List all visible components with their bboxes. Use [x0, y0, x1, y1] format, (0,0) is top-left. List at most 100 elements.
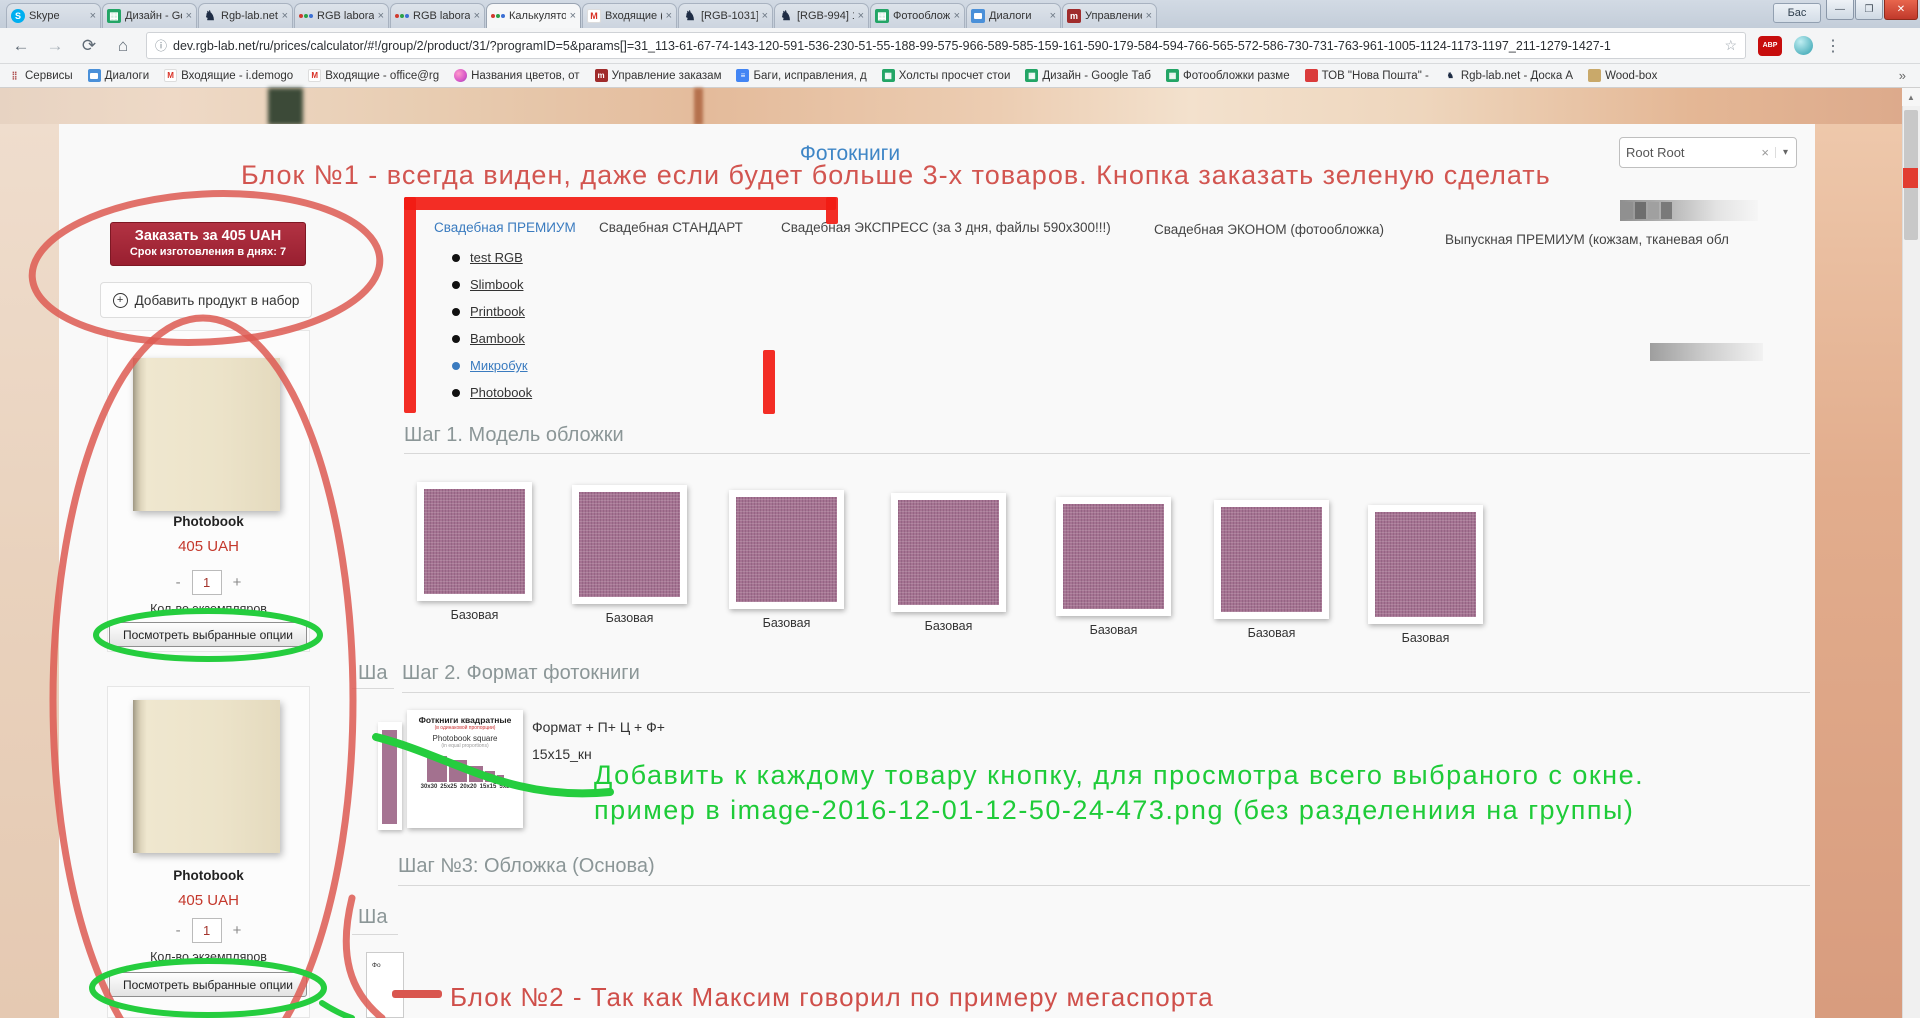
- extension-icon[interactable]: [1794, 36, 1813, 55]
- add-product-button[interactable]: + Добавить продукт в набор: [100, 282, 312, 318]
- tab-close-icon[interactable]: ×: [858, 10, 864, 22]
- cover-swatch[interactable]: Базовая: [417, 482, 532, 622]
- restore-button[interactable]: ❐: [1855, 0, 1883, 20]
- minimize-button[interactable]: —: [1826, 0, 1854, 20]
- product-image[interactable]: [133, 700, 280, 853]
- bookmark-orders[interactable]: mУправление заказам: [595, 69, 722, 82]
- bookmark-canvas[interactable]: ▦Холсты просчет стои: [882, 69, 1011, 82]
- category-tab-premium[interactable]: Свадебная ПРЕМИУМ: [434, 220, 576, 235]
- product-link-microbook[interactable]: Микробук: [452, 358, 528, 373]
- tab-calculator-active[interactable]: Калькулятор –×: [486, 3, 581, 28]
- quantity-input[interactable]: [192, 570, 222, 595]
- tab-rgb-994[interactable]: ♞[RGB-994] 114×: [774, 3, 869, 28]
- redbox-icon: [1305, 69, 1318, 82]
- sheets-icon: ▦: [107, 9, 121, 23]
- product-link-printbook[interactable]: Printbook: [452, 304, 525, 319]
- format-card[interactable]: Фоткниги квадратные (в одинаковой пропор…: [407, 710, 523, 828]
- cover-swatch[interactable]: Базовая: [1368, 505, 1483, 645]
- tab-close-icon[interactable]: ×: [378, 10, 384, 22]
- tab-rgb-1031[interactable]: ♞[RGB-1031] ++×: [678, 3, 773, 28]
- forward-icon[interactable]: →: [44, 36, 66, 56]
- tab-photocovers[interactable]: ▦Фотообложки×: [870, 3, 965, 28]
- product-link-slimbook[interactable]: Slimbook: [452, 277, 523, 292]
- clipped-heading-fragment: Ша: [358, 662, 400, 685]
- page-info-icon[interactable]: ⓘ: [155, 37, 167, 54]
- browser-menu-icon[interactable]: ⋮: [1825, 36, 1841, 56]
- quantity-input[interactable]: [192, 918, 222, 943]
- tab-close-icon[interactable]: ×: [186, 10, 192, 22]
- view-options-button[interactable]: Посмотреть выбранные опции: [109, 972, 307, 997]
- profile-button[interactable]: Бас: [1773, 3, 1821, 23]
- tab-inbox[interactable]: MВходящие (10)×: [582, 3, 677, 28]
- bookmark-rgblab-board[interactable]: ♞Rgb-lab.net - Доска А: [1444, 69, 1573, 82]
- bookmark-star-icon[interactable]: ☆: [1724, 37, 1737, 54]
- bookmark-colors[interactable]: Названия цветов, от: [454, 69, 579, 82]
- product-link-test-rgb[interactable]: test RGB: [452, 250, 523, 265]
- category-tab-graduation[interactable]: Выпускная ПРЕМИУМ (кожзам, тканевая обл: [1445, 232, 1729, 247]
- minus-button[interactable]: -: [176, 922, 181, 939]
- tab-design[interactable]: ▦Дизайн - Goog×: [102, 3, 197, 28]
- order-button[interactable]: Заказать за 405 UAH Срок изготовления в …: [110, 222, 306, 266]
- tab-rgblab[interactable]: ♞Rgb-lab.net - Д×: [198, 3, 293, 28]
- tab-close-icon[interactable]: ×: [954, 10, 960, 22]
- tab-close-icon[interactable]: ×: [1050, 10, 1056, 22]
- tab-close-icon[interactable]: ×: [666, 10, 672, 22]
- bookmark-design[interactable]: ▦Дизайн - Google Таб: [1025, 69, 1151, 82]
- tab-close-icon[interactable]: ×: [474, 10, 480, 22]
- reload-icon[interactable]: ⟳: [78, 36, 100, 56]
- tab-orders[interactable]: mУправление за×: [1062, 3, 1157, 28]
- view-options-button[interactable]: Посмотреть выбранные опции: [109, 622, 307, 647]
- fabric-texture: [424, 489, 525, 594]
- tab-skype[interactable]: SSkype×: [6, 3, 101, 28]
- tab-close-icon[interactable]: ×: [570, 10, 576, 22]
- tab-rgb-laboratory-2[interactable]: RGB laboratory×: [390, 3, 485, 28]
- cover-swatch[interactable]: Базовая: [1056, 497, 1171, 637]
- cover-swatch[interactable]: Базовая: [891, 493, 1006, 633]
- sheets-icon: ▦: [1166, 69, 1179, 82]
- cover-swatch[interactable]: Базовая: [729, 490, 844, 630]
- bookmark-dialogs[interactable]: Диалоги: [88, 69, 149, 82]
- product-image[interactable]: [133, 358, 280, 511]
- minus-button[interactable]: -: [176, 574, 181, 591]
- tab-close-icon[interactable]: ×: [282, 10, 288, 22]
- adblock-icon[interactable]: ABP: [1758, 36, 1782, 56]
- close-button[interactable]: ✕: [1884, 0, 1918, 20]
- plus-button[interactable]: +: [233, 922, 242, 939]
- cover-swatch[interactable]: Базовая: [572, 485, 687, 625]
- home-icon[interactable]: ⌂: [112, 36, 134, 56]
- fabric-texture: [736, 497, 837, 602]
- product-link-photobook[interactable]: Photobook: [452, 385, 532, 400]
- bookmark-novaposhta[interactable]: ТОВ "Нова Пошта" -: [1305, 69, 1429, 82]
- root-select[interactable]: Root Root × ▾: [1619, 137, 1797, 168]
- tab-rgb-laboratory-1[interactable]: RGB laboratory×: [294, 3, 389, 28]
- scrollbar-thumb[interactable]: [1904, 110, 1918, 240]
- bookmark-woodbox[interactable]: Wood-box: [1588, 69, 1657, 82]
- url-text[interactable]: dev.rgb-lab.net/ru/prices/calculator/#!/…: [173, 39, 1718, 53]
- quantity-stepper: - +: [107, 570, 310, 595]
- product-price: 405 UAH: [107, 892, 310, 909]
- bookmark-bugs[interactable]: ≡Баги, исправления, д: [736, 69, 866, 82]
- plus-button[interactable]: +: [233, 574, 242, 591]
- back-icon[interactable]: ←: [10, 36, 32, 56]
- address-bar[interactable]: ⓘ dev.rgb-lab.net/ru/prices/calculator/#…: [146, 32, 1746, 59]
- category-tab-standard[interactable]: Свадебная СТАНДАРТ: [599, 220, 743, 235]
- cover-swatch[interactable]: Базовая: [1214, 500, 1329, 640]
- step1-heading: Шаг 1. Модель обложки: [404, 424, 624, 447]
- category-tab-express[interactable]: Свадебная ЭКСПРЕСС (за 3 дня, файлы 590х…: [781, 220, 1111, 235]
- chevron-down-icon[interactable]: ▾: [1775, 147, 1790, 158]
- bookmark-services[interactable]: ⣿Сервисы: [8, 69, 73, 82]
- tab-close-icon[interactable]: ×: [90, 10, 96, 22]
- tab-dialogs[interactable]: Диалоги×: [966, 3, 1061, 28]
- quantity-label: Кол-во экземпляров: [107, 602, 310, 616]
- category-tab-econom[interactable]: Свадебная ЭКОНОМ (фотообложка): [1154, 222, 1384, 237]
- background-detail: [0, 124, 59, 1018]
- bookmarks-overflow-icon[interactable]: »: [1899, 68, 1912, 83]
- clear-icon[interactable]: ×: [1755, 145, 1775, 160]
- bookmark-photocovers[interactable]: ▦Фотообложки разме: [1166, 69, 1290, 82]
- tab-close-icon[interactable]: ×: [1146, 10, 1152, 22]
- product-link-bambook[interactable]: Bambook: [452, 331, 525, 346]
- bookmark-inbox-2[interactable]: MВходящие - office@rg: [308, 69, 439, 82]
- bookmark-inbox-1[interactable]: MВходящие - i.demogo: [164, 69, 293, 82]
- scrollbar-up-icon[interactable]: ▲: [1902, 88, 1920, 106]
- tab-close-icon[interactable]: ×: [762, 10, 768, 22]
